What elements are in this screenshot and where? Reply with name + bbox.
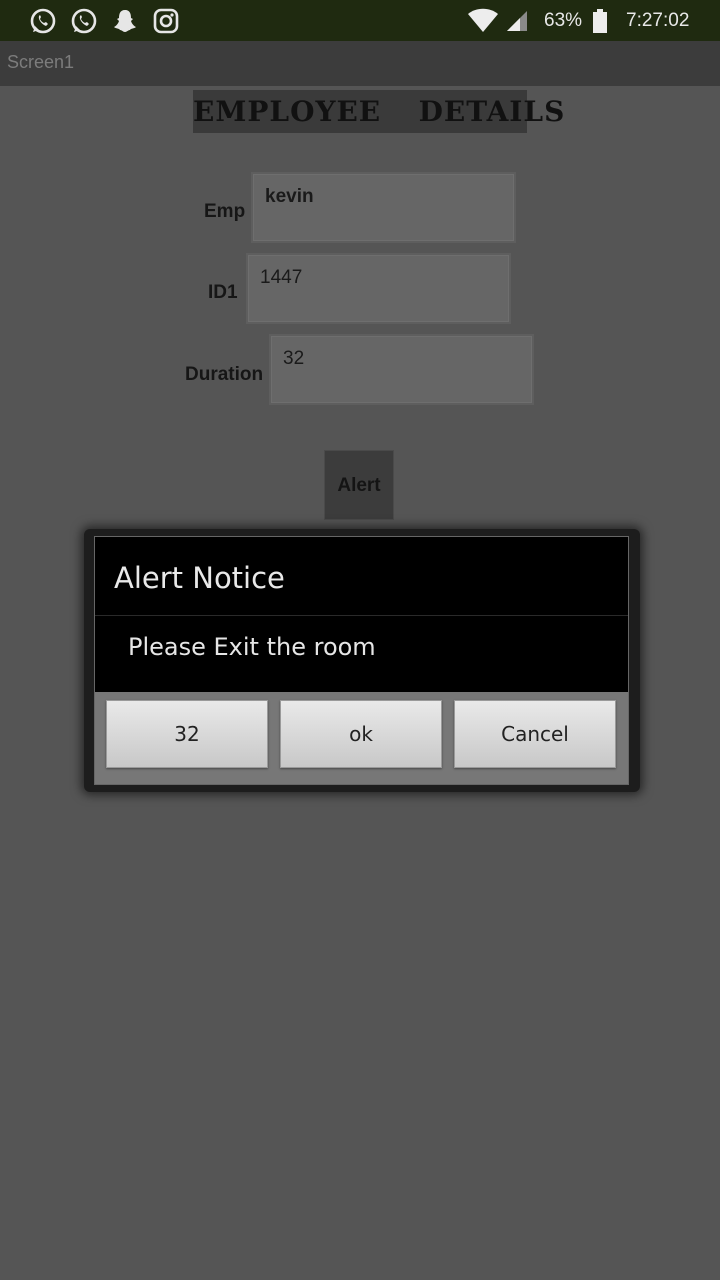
wifi-icon — [468, 8, 498, 32]
app-title-bar: Screen1 — [0, 41, 720, 86]
page-heading: EMPLOYEE DETAILS — [193, 90, 564, 133]
dialog-button-cancel[interactable]: Cancel — [454, 700, 616, 768]
dialog-button-ok[interactable]: ok — [280, 700, 442, 768]
screen-title: Screen1 — [7, 52, 75, 72]
alert-button[interactable]: Alert — [324, 450, 394, 520]
snapchat-icon — [114, 10, 136, 32]
dialog-button-32[interactable]: 32 — [106, 700, 268, 768]
duration-field[interactable]: 32 — [269, 334, 534, 405]
instagram-icon — [153, 8, 179, 34]
dialog-message: Please Exit the room — [128, 633, 376, 661]
id-field[interactable]: 1447 — [246, 253, 511, 324]
cell-signal-icon — [507, 11, 527, 31]
clock: 7:27:02 — [626, 9, 690, 31]
status-bar: 63% 7:27:02 — [0, 0, 720, 41]
emp-field[interactable]: kevin — [251, 172, 516, 243]
id-label: ID1 — [208, 282, 238, 303]
whatsapp-icon — [71, 8, 97, 34]
dialog-divider — [95, 615, 628, 616]
id-value: 1447 — [260, 267, 303, 288]
whatsapp-icon — [30, 8, 56, 34]
dialog-title: Alert Notice — [114, 561, 285, 595]
alert-dialog: Alert Notice Please Exit the room 32 ok … — [94, 536, 629, 785]
duration-label: Duration — [185, 364, 264, 385]
duration-value: 32 — [283, 348, 305, 369]
emp-value: kevin — [265, 186, 314, 207]
emp-label: Emp — [204, 201, 246, 222]
battery-percent: 63% — [544, 9, 583, 31]
dialog-button-bar: 32 ok Cancel — [95, 692, 628, 784]
battery-icon — [593, 9, 607, 33]
